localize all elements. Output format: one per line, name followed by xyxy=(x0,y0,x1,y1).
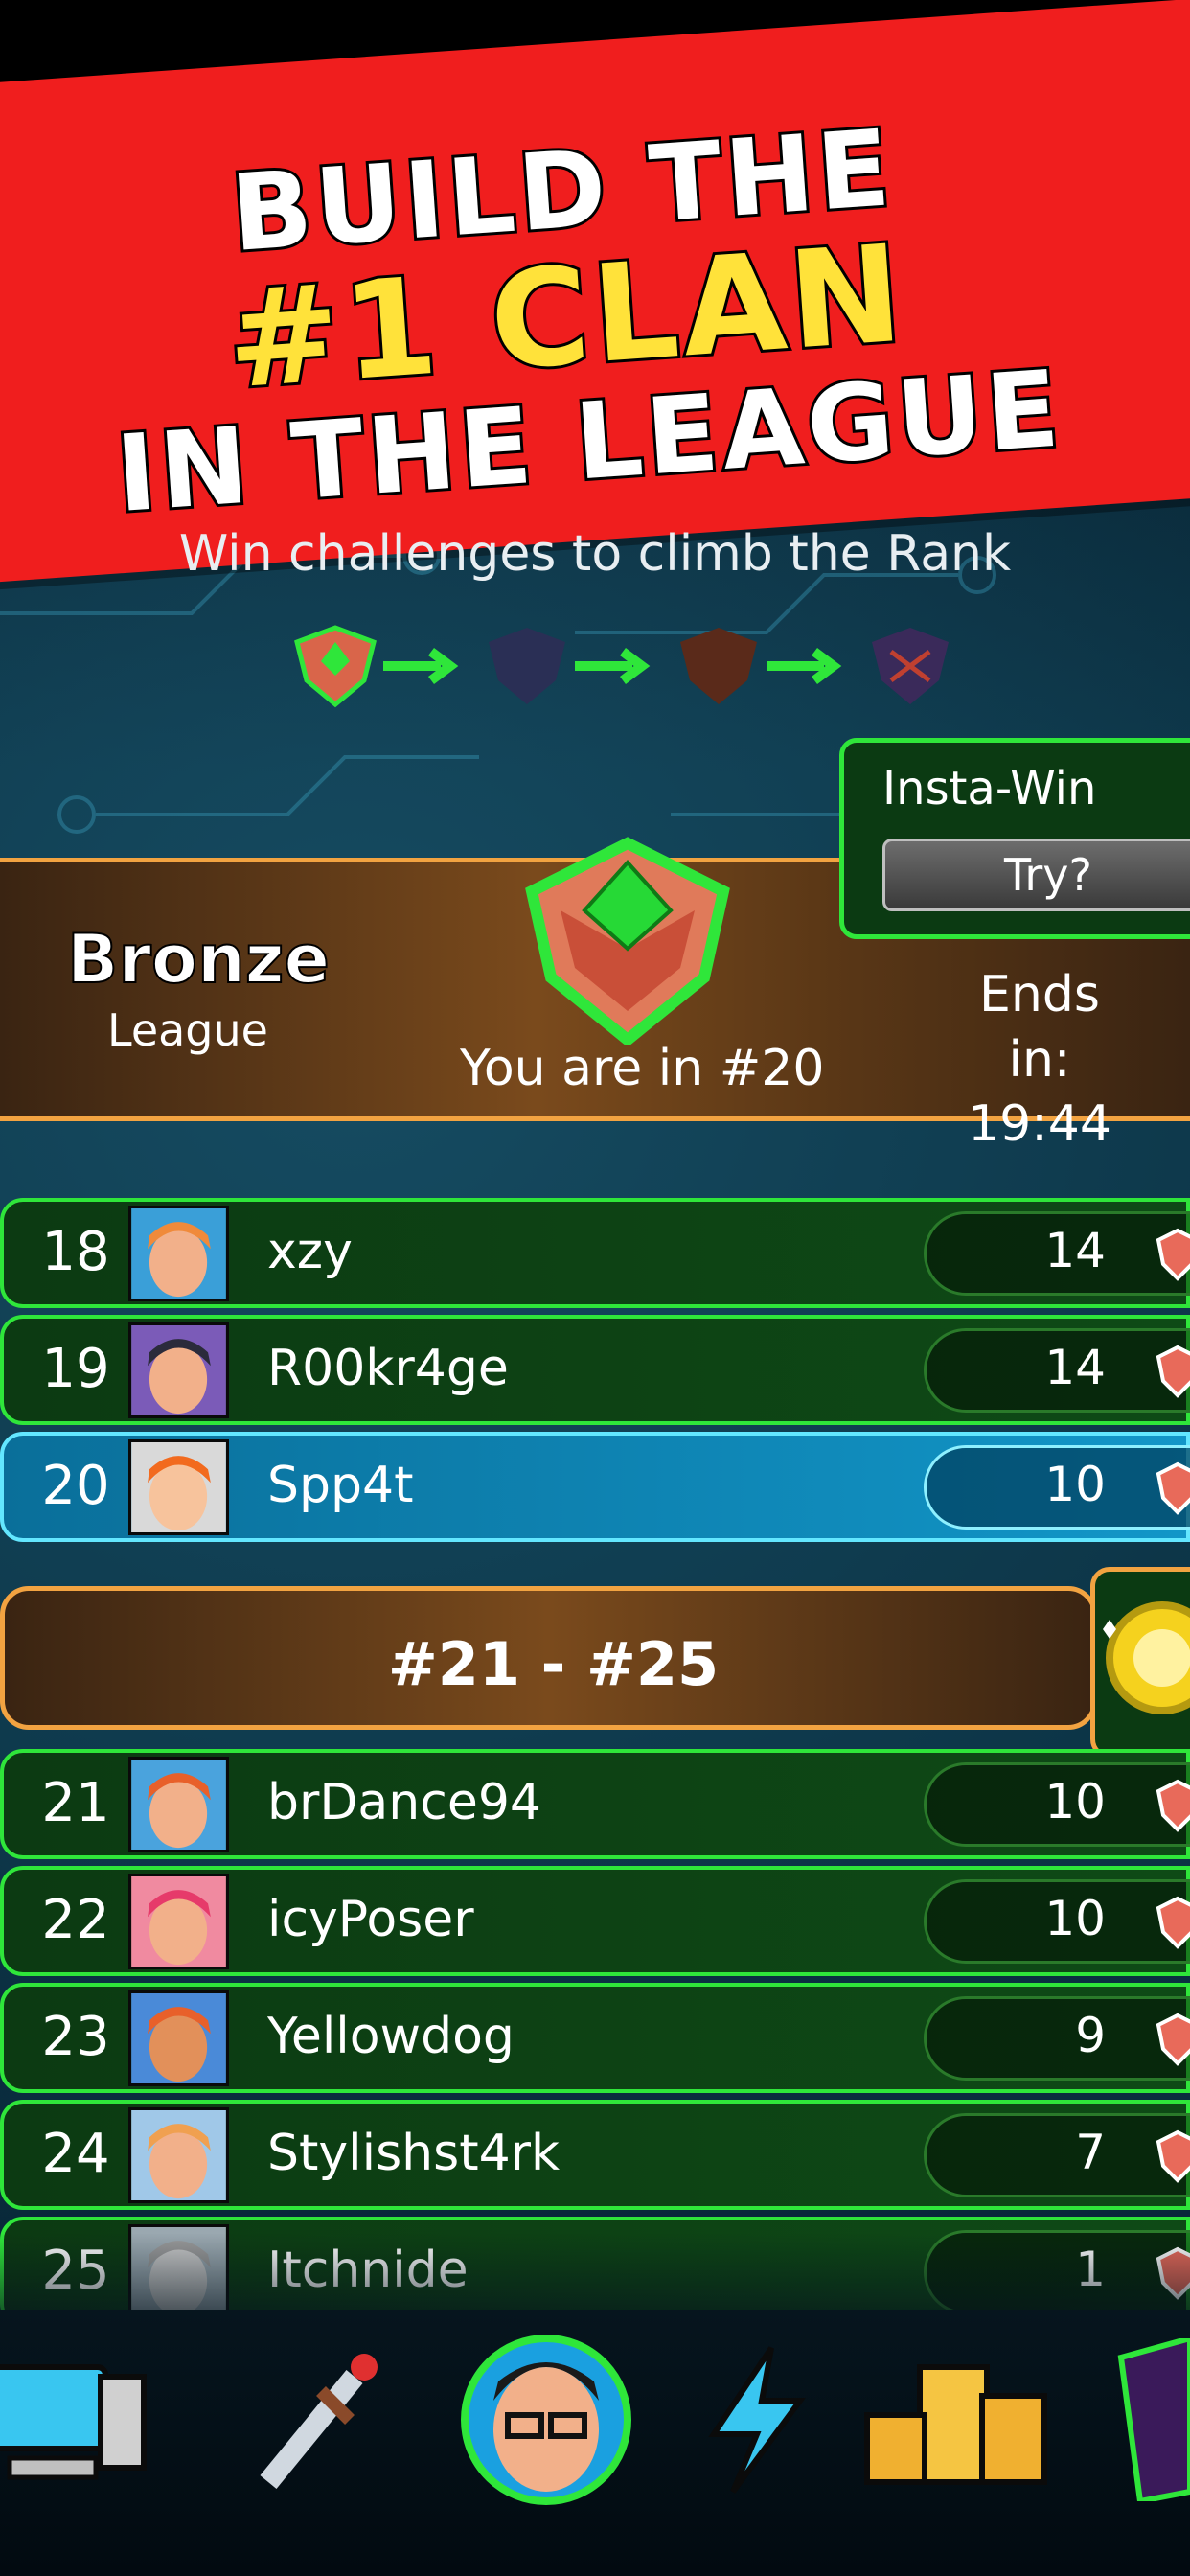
bronze-league-badge-icon xyxy=(525,837,730,1045)
range-header: #21 - #25 xyxy=(0,1586,1097,1730)
player-position: You are in #20 xyxy=(460,1040,825,1097)
gold-badge-icon xyxy=(680,628,757,704)
leaderboard-row[interactable]: 24 Stylishst4rk 7 xyxy=(0,2100,1190,2210)
ends-time: 19:44 xyxy=(968,1095,1111,1154)
leaderboard-row[interactable]: 23 Yellowdog 9 xyxy=(0,1983,1190,2093)
ends-label: Ends in: xyxy=(979,966,1100,1089)
row-player-name: xzy xyxy=(267,1223,353,1280)
leaderboard-row[interactable]: 19 R00kr4ge 14 xyxy=(0,1315,1190,1425)
try-button[interactable]: Try? xyxy=(882,839,1190,911)
trophy-gem-icon xyxy=(1156,2129,1190,2183)
podium-icon[interactable] xyxy=(862,2338,1054,2501)
row-player-name: Spp4t xyxy=(267,1457,414,1514)
row-score: 14 xyxy=(1044,1223,1106,1278)
insta-win-panel: Insta-Win Try? xyxy=(839,738,1190,939)
avatar xyxy=(128,1322,229,1418)
leaderboard-row[interactable]: 18 xzy 14 xyxy=(0,1198,1190,1308)
coin-icon xyxy=(1103,1601,1190,1714)
leaderboard-row[interactable]: 20 Spp4t 10 xyxy=(0,1432,1190,1542)
row-rank: 19 xyxy=(41,1338,110,1400)
insta-win-title: Insta-Win xyxy=(882,762,1097,816)
sword-icon[interactable] xyxy=(230,2338,393,2501)
row-rank: 21 xyxy=(41,1772,110,1834)
row-rank: 23 xyxy=(41,2006,110,2068)
trophy-gem-icon xyxy=(1156,1228,1190,1281)
range-label: #21 - #25 xyxy=(387,1629,720,1699)
row-player-name: icyPoser xyxy=(267,1891,474,1948)
reward-chest[interactable] xyxy=(1090,1567,1190,1759)
row-score: 10 xyxy=(1044,1457,1106,1512)
avatar xyxy=(128,2107,229,2203)
row-score: 9 xyxy=(1075,2008,1106,2063)
leaderboard-row[interactable]: 22 icyPoser 10 xyxy=(0,1866,1190,1976)
silver-badge-icon xyxy=(489,628,565,704)
arrow-icon xyxy=(575,648,651,684)
lightning-icon[interactable] xyxy=(675,2338,838,2501)
row-score: 14 xyxy=(1044,1340,1106,1395)
row-player-name: brDance94 xyxy=(267,1774,541,1831)
row-rank: 22 xyxy=(41,1889,110,1951)
league-sub: League xyxy=(107,1004,268,1056)
avatar xyxy=(128,1757,229,1852)
avatar xyxy=(128,1874,229,1969)
row-player-name: Stylishst4rk xyxy=(267,2125,561,2182)
avatar xyxy=(128,1990,229,2086)
card-icon[interactable] xyxy=(1102,2338,1190,2501)
avatar xyxy=(128,1206,229,1301)
profile-avatar-icon[interactable] xyxy=(450,2324,642,2516)
computer-icon[interactable] xyxy=(0,2338,163,2501)
avatar xyxy=(128,1439,229,1535)
league-timer: Ends in: 19:44 xyxy=(949,963,1131,1158)
trophy-gem-icon xyxy=(1156,2012,1190,2066)
row-score: 7 xyxy=(1075,2125,1106,2180)
row-rank: 18 xyxy=(41,1221,110,1283)
league-name: Bronze xyxy=(66,919,331,1000)
trophy-gem-icon xyxy=(1156,1345,1190,1398)
row-rank: 20 xyxy=(41,1455,110,1517)
rank-subtitle: Win challenges to climb the Rank xyxy=(178,525,1012,583)
trophy-gem-icon xyxy=(1156,1461,1190,1515)
trophy-gem-icon xyxy=(1156,1779,1190,1832)
leaderboard-row[interactable]: 21 brDance94 10 xyxy=(0,1749,1190,1859)
row-player-name: R00kr4ge xyxy=(267,1340,509,1397)
trophy-gem-icon xyxy=(1156,1896,1190,1949)
arrow-icon xyxy=(383,648,459,684)
row-score: 10 xyxy=(1044,1774,1106,1829)
row-rank: 24 xyxy=(41,2123,110,2185)
diamond-badge-icon xyxy=(872,628,949,704)
row-player-name: Yellowdog xyxy=(267,2008,515,2065)
bronze-badge-icon xyxy=(294,625,377,708)
arrow-icon xyxy=(767,648,842,684)
rank-progression xyxy=(294,625,949,708)
row-score: 10 xyxy=(1044,1891,1106,1946)
